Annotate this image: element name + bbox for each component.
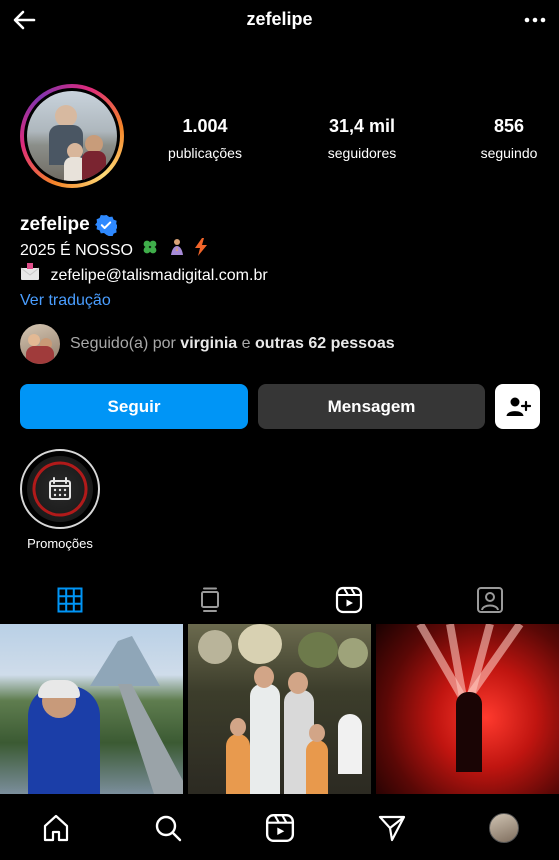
posts-stat[interactable]: 1.004 publicações <box>145 116 265 161</box>
profile-bio: zefelipe 2025 É NOSSO zefelipe@talismadi… <box>20 212 540 313</box>
translate-link[interactable]: Ver tradução <box>20 288 540 313</box>
direct-icon <box>378 815 406 842</box>
highlight-label: Promoções <box>27 536 93 551</box>
bio-line-1: 2025 É NOSSO <box>20 238 540 263</box>
nav-reels[interactable] <box>264 812 296 844</box>
followers-stat[interactable]: 31,4 mil seguidores <box>302 116 422 161</box>
nav-search[interactable] <box>152 812 184 844</box>
praying-hands-icon <box>168 238 186 264</box>
post-thumbnail[interactable] <box>376 624 559 794</box>
follow-button[interactable]: Seguir <box>20 384 248 429</box>
post-thumbnail[interactable] <box>188 624 371 794</box>
reels-feed-icon <box>201 587 219 612</box>
tab-feed[interactable] <box>190 580 230 620</box>
followers-count: 31,4 mil <box>328 116 396 136</box>
suggest-users-button[interactable] <box>495 384 540 429</box>
followed-by-text: Seguido(a) por virginia e outras 62 pess… <box>70 335 395 353</box>
profile-name: zefelipe <box>20 214 90 235</box>
bottom-navigation <box>0 794 559 860</box>
mail-icon <box>20 263 40 289</box>
followed-by-user[interactable]: virginia <box>180 335 237 352</box>
clover-icon <box>141 238 159 264</box>
followed-by-row[interactable]: Seguido(a) por virginia e outras 62 pess… <box>20 324 395 364</box>
bio-text-1: 2025 É NOSSO <box>20 242 133 260</box>
following-label: seguindo <box>480 145 538 161</box>
profile-actions: Seguir Mensagem <box>20 384 540 429</box>
message-button[interactable]: Mensagem <box>258 384 485 429</box>
bio-line-2: zefelipe@talismadigital.com.br <box>20 263 540 288</box>
verified-badge-icon <box>94 214 118 237</box>
followed-by-prefix: Seguido(a) por <box>70 335 176 352</box>
top-bar: zefelipe <box>0 0 559 40</box>
nav-home[interactable] <box>40 812 72 844</box>
tab-tagged[interactable] <box>470 580 510 620</box>
followers-label: seguidores <box>327 145 397 161</box>
bio-email[interactable]: zefelipe@talismadigital.com.br <box>50 267 267 284</box>
posts-label: publicações <box>168 145 242 161</box>
profile-avatar-story[interactable] <box>20 84 124 188</box>
reels-icon <box>265 813 295 843</box>
home-icon <box>43 814 69 842</box>
profile-username-title: zefelipe <box>246 9 313 29</box>
tagged-icon <box>477 587 503 613</box>
tab-reels[interactable] <box>329 580 369 620</box>
reels-icon <box>335 586 363 614</box>
nav-direct[interactable] <box>376 812 408 844</box>
posts-count: 1.004 <box>182 116 228 136</box>
search-icon <box>155 815 182 842</box>
add-person-icon <box>506 397 531 416</box>
tab-posts-grid[interactable] <box>50 580 90 620</box>
following-stat[interactable]: 856 seguindo <box>449 116 559 161</box>
lightning-icon <box>194 238 208 264</box>
posts-grid <box>0 624 559 794</box>
followed-by-others[interactable]: outras 62 pessoas <box>255 335 395 352</box>
highlight-promocoes[interactable]: Promoções <box>20 449 100 551</box>
own-profile-avatar <box>489 813 519 843</box>
highlight-cover <box>20 449 100 529</box>
profile-stats: 1.004 publicações 31,4 mil seguidores 85… <box>140 116 559 164</box>
profile-tabs <box>0 580 559 620</box>
profile-photo <box>27 91 117 181</box>
followed-by-conjunction: e <box>241 335 251 352</box>
nav-profile[interactable] <box>488 812 520 844</box>
more-options-icon[interactable] <box>523 8 547 32</box>
following-count: 856 <box>493 116 525 136</box>
grid-icon <box>57 587 83 613</box>
follower-avatar <box>20 324 60 364</box>
post-thumbnail[interactable] <box>0 624 183 794</box>
